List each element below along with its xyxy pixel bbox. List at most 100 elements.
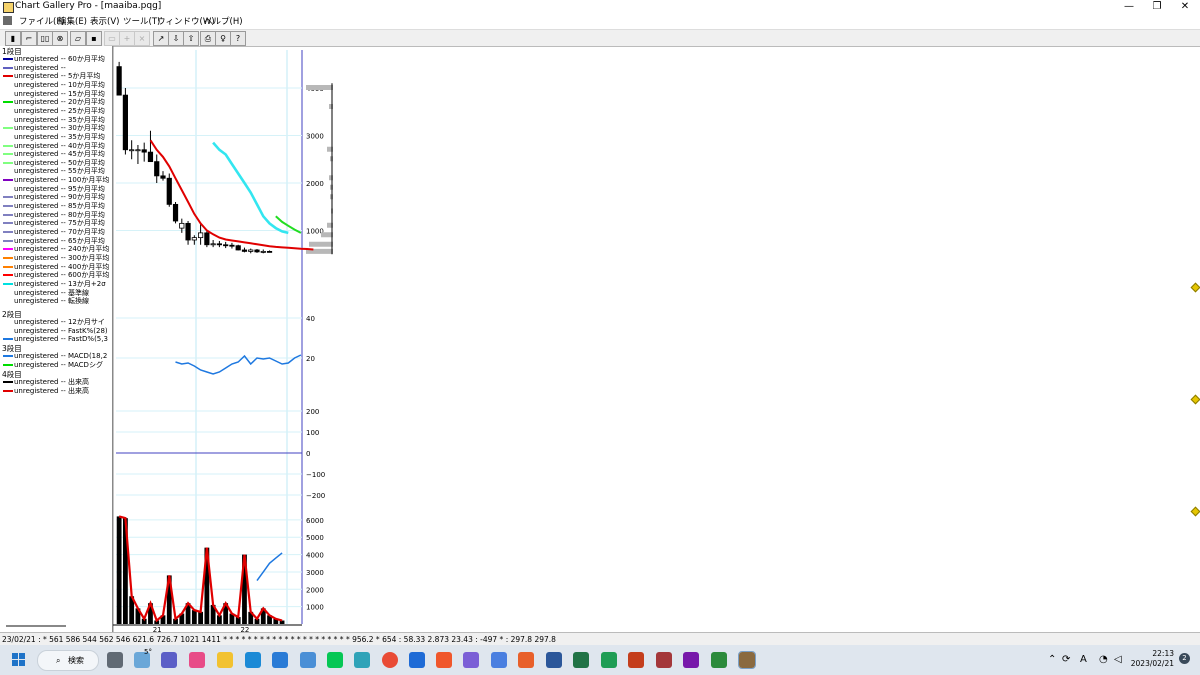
excel-icon[interactable] [573,652,589,668]
volume-icon[interactable]: ◁ [1114,654,1122,665]
chart-type-button[interactable]: ▮ [5,31,21,46]
legend-item[interactable]: unregistered -- 5か月平均 [0,72,112,81]
legend-item[interactable]: unregistered -- 基準線 [0,289,112,298]
line-icon[interactable] [327,652,343,668]
legend-swatch [3,153,13,156]
weather-temp: 5° [144,648,152,656]
legend-item[interactable]: unregistered -- 600か月平均 [0,271,112,280]
legend-item[interactable]: unregistered -- 転換線 [0,297,112,306]
legend-item[interactable]: unregistered -- 20か月平均 [0,98,112,107]
legend-item[interactable]: unregistered -- 75か月平均 [0,219,112,228]
print-button[interactable]: ⎙ [200,31,216,46]
file-explorer-icon[interactable] [217,652,233,668]
store-icon[interactable] [300,652,316,668]
delete-button[interactable]: × [134,31,150,46]
legend-item[interactable]: unregistered -- 60か月平均 [0,55,112,64]
legend-item[interactable]: unregistered -- 80か月平均 [0,211,112,220]
line-chart-button[interactable]: ⌐ [21,31,37,46]
hint-button[interactable]: ♀ [215,31,231,46]
candle [160,175,166,179]
candle [122,94,128,151]
chrome-icon[interactable] [382,652,398,668]
candle [135,149,141,152]
legend-scrollbar[interactable] [6,625,66,627]
menu-tools[interactable]: ツール(T) [123,15,160,27]
document-icon[interactable] [3,16,12,25]
legend-item[interactable]: unregistered -- 出来高 [0,387,112,396]
task-view-icon[interactable] [107,652,123,668]
teams-icon[interactable] [161,652,177,668]
arrow-up-button[interactable]: ⇧ [183,31,199,46]
legend-swatch [3,127,13,130]
powerpoint-icon[interactable] [628,652,644,668]
legend-item[interactable]: unregistered -- MACD(18,2 [0,352,112,361]
photos-icon[interactable] [354,652,370,668]
legend-item[interactable]: unregistered -- 35か月平均 [0,116,112,125]
ime-indicator[interactable]: A [1080,654,1087,665]
legend-item[interactable]: unregistered -- 13か月+2σ [0,280,112,289]
brave-icon[interactable] [436,652,452,668]
green-app-icon[interactable] [711,652,727,668]
find-button[interactable]: ⊗ [52,31,68,46]
notification-badge[interactable]: 2 [1179,653,1190,664]
legend-item[interactable]: unregistered -- 400か月平均 [0,263,112,272]
access-icon[interactable] [656,652,672,668]
crosshair-button[interactable]: + [119,31,135,46]
menu-view[interactable]: 表示(V) [90,15,119,27]
legend-item[interactable]: unregistered -- 12か月サイ [0,318,112,327]
legend-item[interactable]: unregistered -- 65か月平均 [0,237,112,246]
menu-help[interactable]: ヘルプ(H) [204,15,243,27]
panel-handle[interactable] [1190,506,1200,517]
panel-handle[interactable] [1190,394,1200,405]
legend-item[interactable]: unregistered -- 40か月平均 [0,142,112,151]
legend-item[interactable]: unregistered -- 35か月平均 [0,133,112,142]
legend-item[interactable]: unregistered -- 90か月平均 [0,193,112,202]
help-button[interactable]: ? [230,31,246,46]
app-icon-purple[interactable] [463,652,479,668]
save-button[interactable]: ▪ [86,31,102,46]
notepad-icon[interactable] [409,652,425,668]
legend-item[interactable]: unregistered -- 出来高 [0,378,112,387]
search-icon: ⌕ [56,656,61,665]
arrow-down-button[interactable]: ⇩ [168,31,184,46]
legend-item[interactable]: unregistered -- MACDシグ [0,361,112,370]
legend-item[interactable]: unregistered -- 300か月平均 [0,254,112,263]
chart-gallery-taskbar-icon[interactable] [738,651,756,669]
clock[interactable]: 22:13 2023/02/21 [1128,649,1174,669]
legend-item[interactable]: unregistered -- 10か月平均 [0,81,112,90]
chevron-up-icon[interactable]: ⌃ [1048,654,1056,665]
edge-icon[interactable] [245,652,261,668]
legend-item[interactable]: unregistered -- [0,64,112,73]
app-icon-orange[interactable] [518,652,534,668]
panel-handle[interactable] [1190,282,1200,293]
legend-item[interactable]: unregistered -- 85か月平均 [0,202,112,211]
menu-edit[interactable]: 編集(E) [58,15,87,27]
legend-label: unregistered -- 13か月+2σ [14,279,106,288]
legend-item[interactable]: unregistered -- 15か月平均 [0,90,112,99]
legend-item[interactable]: unregistered -- 240か月平均 [0,245,112,254]
windows-start-icon[interactable] [12,653,26,667]
onenote-icon[interactable] [683,652,699,668]
legend-item[interactable]: unregistered -- 70か月平均 [0,228,112,237]
legend-item[interactable]: unregistered -- 45か月平均 [0,150,112,159]
app-icon-blue[interactable] [491,652,507,668]
legend-item[interactable]: unregistered -- 55か月平均 [0,167,112,176]
excel-alt-icon[interactable] [601,652,617,668]
legend-item[interactable]: unregistered -- FastK%(28) [0,327,112,336]
legend-item[interactable]: unregistered -- 100か月平均 [0,176,112,185]
chart-area[interactable]: 10002000300040002040−200−100010020010002… [113,46,335,632]
legend-item[interactable]: unregistered -- 25か月平均 [0,107,112,116]
legend-item[interactable]: unregistered -- 30か月平均 [0,124,112,133]
sync-icon[interactable]: ⟳ [1062,654,1070,665]
open-button[interactable]: ▱ [70,31,86,46]
draw-line-button[interactable]: ↗ [153,31,169,46]
music-icon[interactable] [189,652,205,668]
compare-button[interactable]: ▯▯ [37,31,53,46]
word-icon[interactable] [546,652,562,668]
close-button[interactable]: ✕ [1168,0,1200,14]
taskbar-search[interactable]: ⌕ 検索 [37,650,99,671]
copy-button[interactable]: ▭ [104,31,120,46]
mail-icon[interactable] [272,652,288,668]
wifi-icon[interactable]: ◔ [1099,654,1108,665]
legend-swatch [3,84,13,86]
